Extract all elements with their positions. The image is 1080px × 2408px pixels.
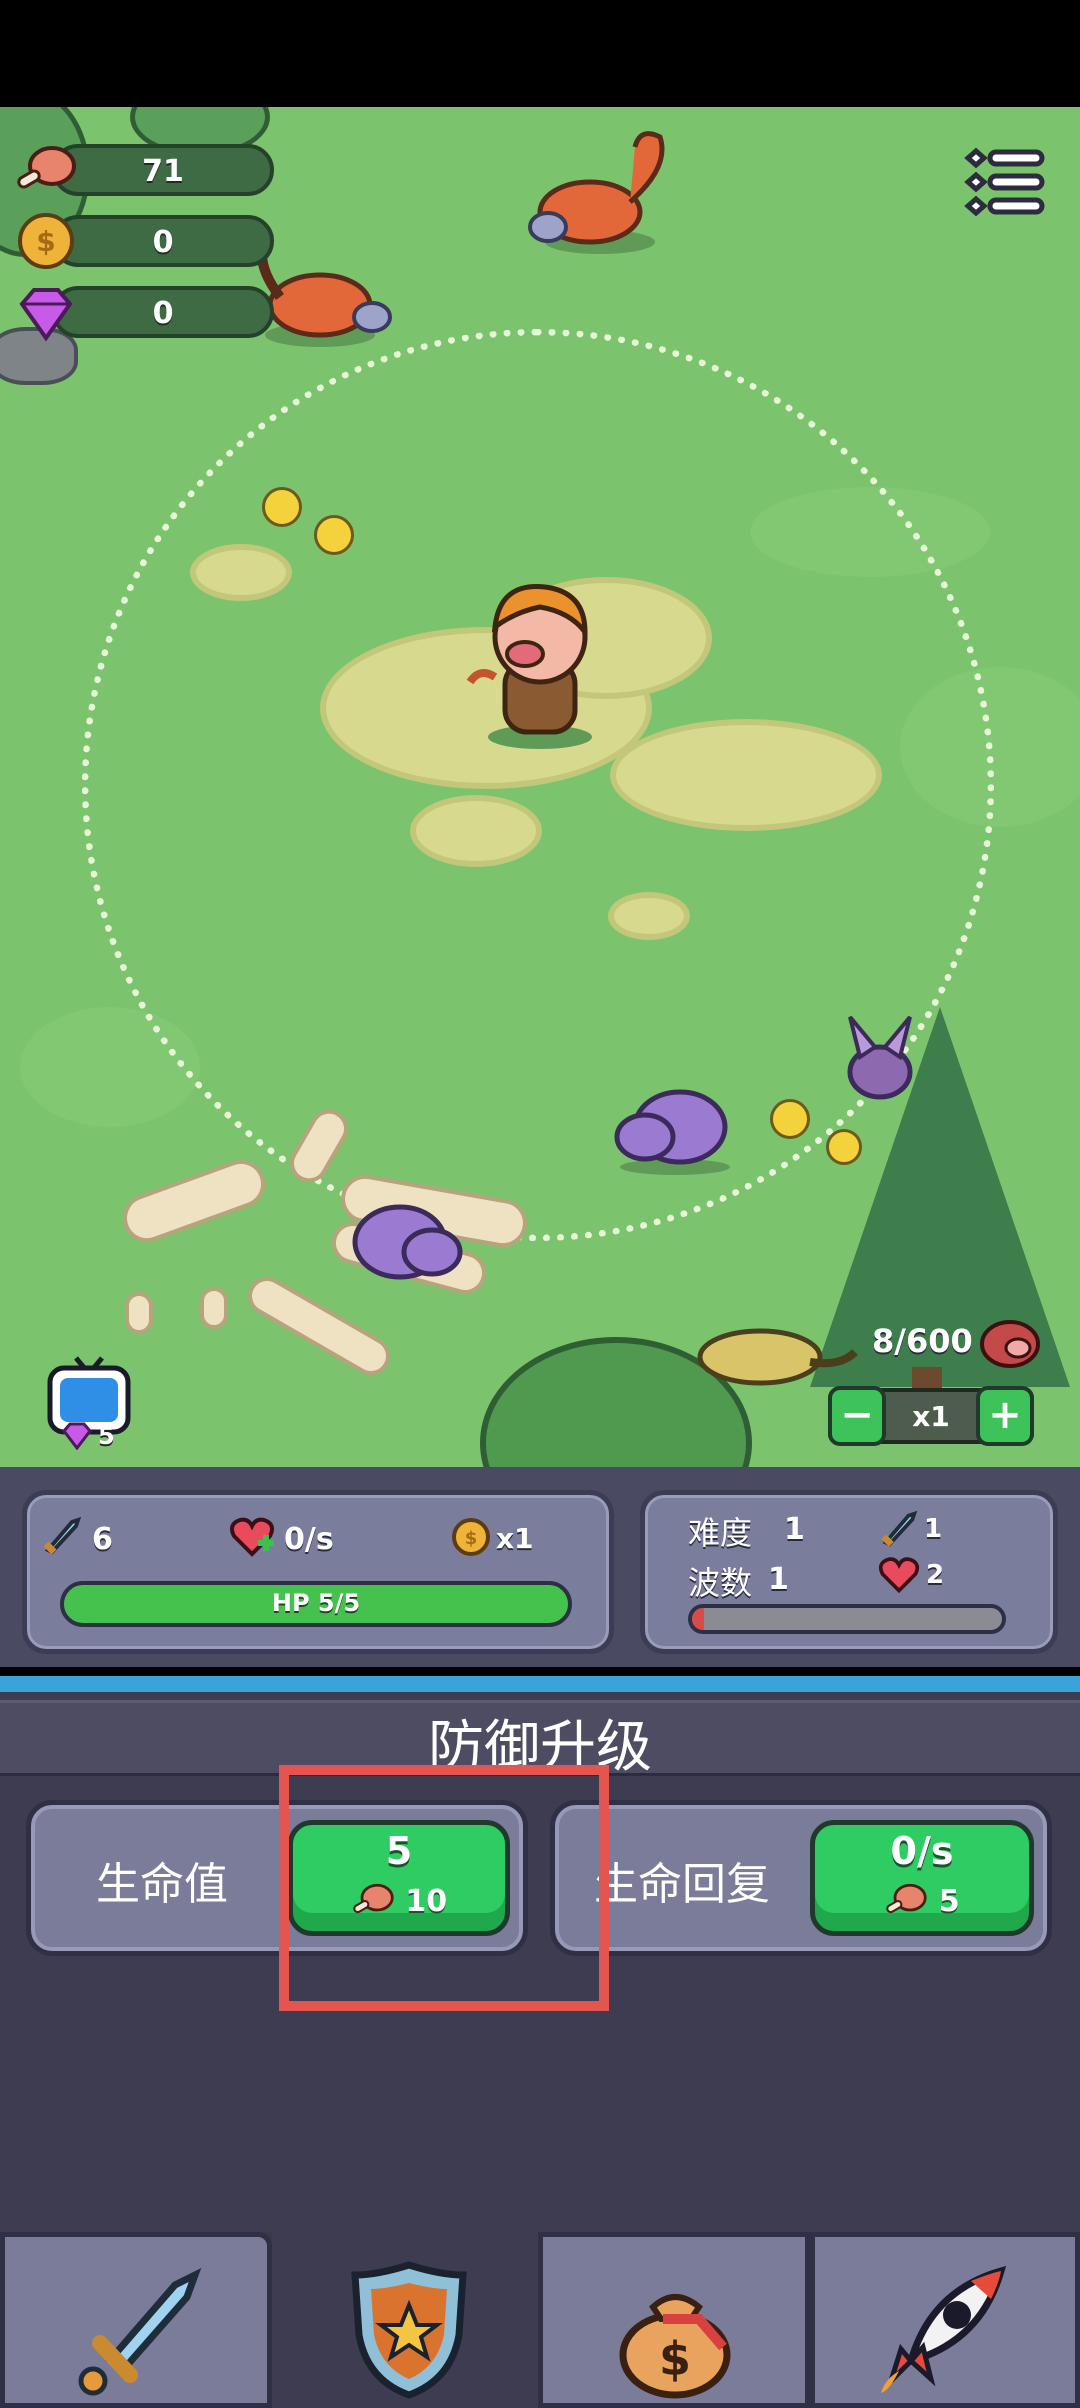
status-bar [0, 0, 1080, 107]
hp-upgrade-label: 生命值 [96, 1859, 228, 1910]
wave-label: 波数 [688, 1564, 753, 1602]
gem-icon [62, 1422, 92, 1450]
menu-icon[interactable] [964, 146, 1046, 218]
meat-counter: 71 [52, 144, 274, 196]
regen-upgrade-cost: 5 [938, 1884, 960, 1919]
wave-progress-bar [688, 1604, 1006, 1634]
coin-icon: $ [452, 1518, 490, 1556]
rocket-icon [881, 2265, 1007, 2393]
speed-minus-button[interactable]: − [828, 1386, 886, 1446]
regen-value: 0/s [284, 1522, 334, 1557]
enemy-hp-icon [878, 1557, 920, 1594]
heart-regen-icon [230, 1517, 274, 1557]
tab-separator [806, 2250, 810, 2408]
attack-value: 6 [92, 1522, 113, 1557]
enemy-attack-value: 1 [924, 1514, 943, 1544]
hp-text: HP 5/5 [271, 1589, 361, 1617]
sword-icon [78, 2267, 202, 2396]
bone [200, 1287, 228, 1329]
flower-icon [770, 1099, 810, 1139]
enemy-hp-value: 2 [926, 1560, 945, 1590]
tab-defense[interactable] [272, 2232, 538, 2408]
flower-icon [262, 487, 302, 527]
boar-icon [980, 1320, 1040, 1368]
coin-counter: 0 [52, 215, 274, 267]
wave-value: 1 [768, 1562, 789, 1597]
player-stats-box [22, 1490, 614, 1654]
sword-icon [43, 1516, 82, 1555]
svg-text:$: $ [659, 2332, 691, 2386]
coin-count: 0 [152, 225, 174, 260]
kill-progress: 8/600 [872, 1322, 973, 1360]
highlight-box [279, 1765, 609, 2011]
spider-enemy [352, 1204, 463, 1280]
gem-counter: 0 [52, 286, 274, 338]
bat-enemy [847, 1015, 913, 1100]
bone [125, 1292, 153, 1334]
speed-plus-button[interactable]: + [976, 1386, 1034, 1446]
skull-bone [116, 1153, 272, 1249]
meat-icon [886, 1883, 927, 1914]
hp-bar: HP 5/5 [60, 1581, 572, 1627]
coin-icon: $ [18, 213, 74, 269]
tab-economy[interactable]: $ [538, 2232, 810, 2408]
flower-icon [314, 515, 354, 555]
ad-reward-button[interactable]: 5 [44, 1350, 134, 1450]
ad-gem-amount: 5 [98, 1422, 115, 1450]
meat-icon [17, 146, 76, 189]
meat-count: 71 [142, 154, 184, 189]
spider-enemy [614, 1089, 730, 1175]
wave-progress-fill [692, 1608, 705, 1630]
svg-text:$: $ [36, 225, 55, 258]
tab-attack[interactable] [0, 2232, 272, 2408]
tab-boost[interactable] [810, 2232, 1080, 2408]
money-bag-icon: $ [619, 2294, 731, 2399]
lizard-enemy [697, 1328, 858, 1386]
regen-upgrade-cost-row: 5 [815, 1881, 1029, 1919]
svg-text:$: $ [465, 1528, 478, 1549]
shield-star-icon [351, 2261, 467, 2399]
gem-icon [19, 288, 73, 342]
regen-upgrade-label: 生命回复 [594, 1859, 770, 1910]
caveman-player [466, 584, 592, 749]
regen-upgrade-value: 0/s [890, 1829, 954, 1873]
regen-upgrade-button[interactable]: 0/s 5 [810, 1820, 1034, 1936]
section-divider [0, 1676, 1080, 1692]
scorpion-enemy [528, 131, 665, 254]
difficulty-label: 难度 [688, 1514, 753, 1552]
difficulty-value: 1 [784, 1512, 805, 1547]
gem-count: 0 [152, 296, 174, 331]
enemy-attack-icon [881, 1510, 918, 1547]
coin-multiplier: x1 [496, 1522, 534, 1555]
